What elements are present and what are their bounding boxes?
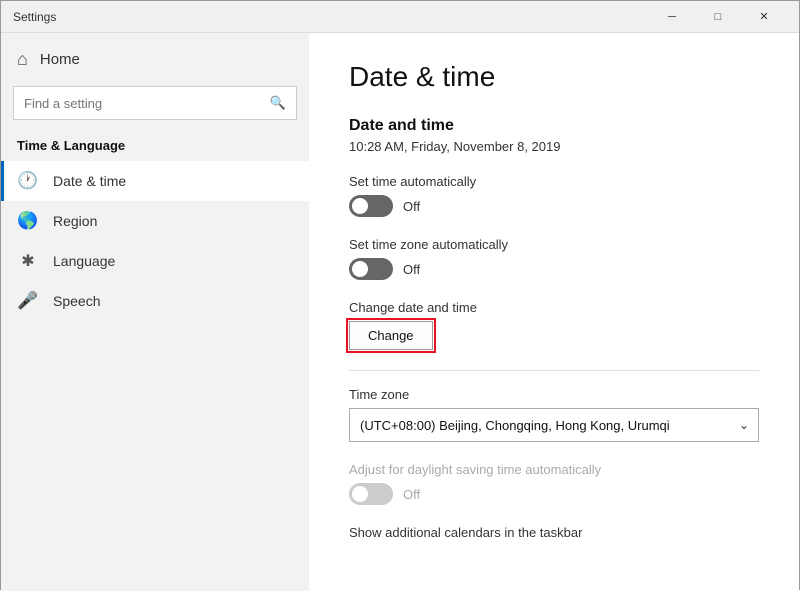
current-datetime: 10:28 AM, Friday, November 8, 2019 xyxy=(349,139,759,154)
set-timezone-auto-row: Set time zone automatically Off xyxy=(349,237,759,280)
sidebar-item-region[interactable]: 🌎 Region xyxy=(1,201,309,241)
change-date-row: Change date and time Change xyxy=(349,300,759,350)
home-label: Home xyxy=(40,51,80,68)
clock-icon: 🕐 xyxy=(17,171,39,191)
sidebar-item-language[interactable]: ✱ Language xyxy=(1,241,309,281)
sidebar-item-date-time[interactable]: 🕐 Date & time xyxy=(1,161,309,201)
search-icon: 🔍 xyxy=(270,95,286,111)
set-time-auto-row: Set time automatically Off xyxy=(349,174,759,217)
timezone-label: Time zone xyxy=(349,387,759,402)
timezone-select[interactable]: (UTC+08:00) Beijing, Chongqing, Hong Kon… xyxy=(349,408,759,442)
divider-1 xyxy=(349,370,759,371)
daylight-label: Adjust for daylight saving time automati… xyxy=(349,462,759,477)
date-and-time-heading: Date and time xyxy=(349,117,759,135)
set-time-auto-toggle[interactable] xyxy=(349,195,393,217)
globe-icon: 🌎 xyxy=(17,211,39,231)
nav-label-speech: Speech xyxy=(53,293,100,309)
sidebar-home-item[interactable]: ⌂ Home xyxy=(1,33,309,82)
nav-label-region: Region xyxy=(53,213,97,229)
daylight-toggle-wrapper: Off xyxy=(349,483,759,505)
set-timezone-auto-state: Off xyxy=(403,262,420,277)
microphone-icon: 🎤 xyxy=(17,291,39,311)
set-timezone-auto-toggle-wrapper: Off xyxy=(349,258,759,280)
set-time-auto-state: Off xyxy=(403,199,420,214)
calendars-row: Show additional calendars in the taskbar xyxy=(349,525,759,540)
sidebar-section-label: Time & Language xyxy=(1,132,309,161)
timezone-select-wrapper: (UTC+08:00) Beijing, Chongqing, Hong Kon… xyxy=(349,408,759,442)
titlebar: Settings ─ □ ✕ xyxy=(1,1,799,33)
set-timezone-auto-toggle[interactable] xyxy=(349,258,393,280)
calendars-label: Show additional calendars in the taskbar xyxy=(349,525,759,540)
daylight-row: Adjust for daylight saving time automati… xyxy=(349,462,759,505)
sidebar: ⌂ Home 🔍 Time & Language 🕐 Date & time 🌎… xyxy=(1,33,309,591)
close-button[interactable]: ✕ xyxy=(741,1,787,33)
set-timezone-auto-label: Set time zone automatically xyxy=(349,237,759,252)
set-time-auto-label: Set time automatically xyxy=(349,174,759,189)
set-time-auto-toggle-wrapper: Off xyxy=(349,195,759,217)
daylight-toggle xyxy=(349,483,393,505)
titlebar-controls: ─ □ ✕ xyxy=(649,1,787,33)
titlebar-title: Settings xyxy=(13,10,649,24)
search-input[interactable] xyxy=(24,96,270,111)
app-body: ⌂ Home 🔍 Time & Language 🕐 Date & time 🌎… xyxy=(1,33,799,591)
minimize-button[interactable]: ─ xyxy=(649,1,695,33)
change-button[interactable]: Change xyxy=(349,321,433,350)
main-content: Date & time Date and time 10:28 AM, Frid… xyxy=(309,33,799,591)
language-icon: ✱ xyxy=(17,251,39,271)
nav-label-language: Language xyxy=(53,253,115,269)
sidebar-item-speech[interactable]: 🎤 Speech xyxy=(1,281,309,321)
daylight-state: Off xyxy=(403,487,420,502)
search-box[interactable]: 🔍 xyxy=(13,86,297,120)
nav-label-date-time: Date & time xyxy=(53,173,126,189)
maximize-button[interactable]: □ xyxy=(695,1,741,33)
timezone-row: Time zone (UTC+08:00) Beijing, Chongqing… xyxy=(349,387,759,442)
page-title: Date & time xyxy=(349,61,759,93)
change-date-label: Change date and time xyxy=(349,300,759,315)
home-icon: ⌂ xyxy=(17,49,28,70)
